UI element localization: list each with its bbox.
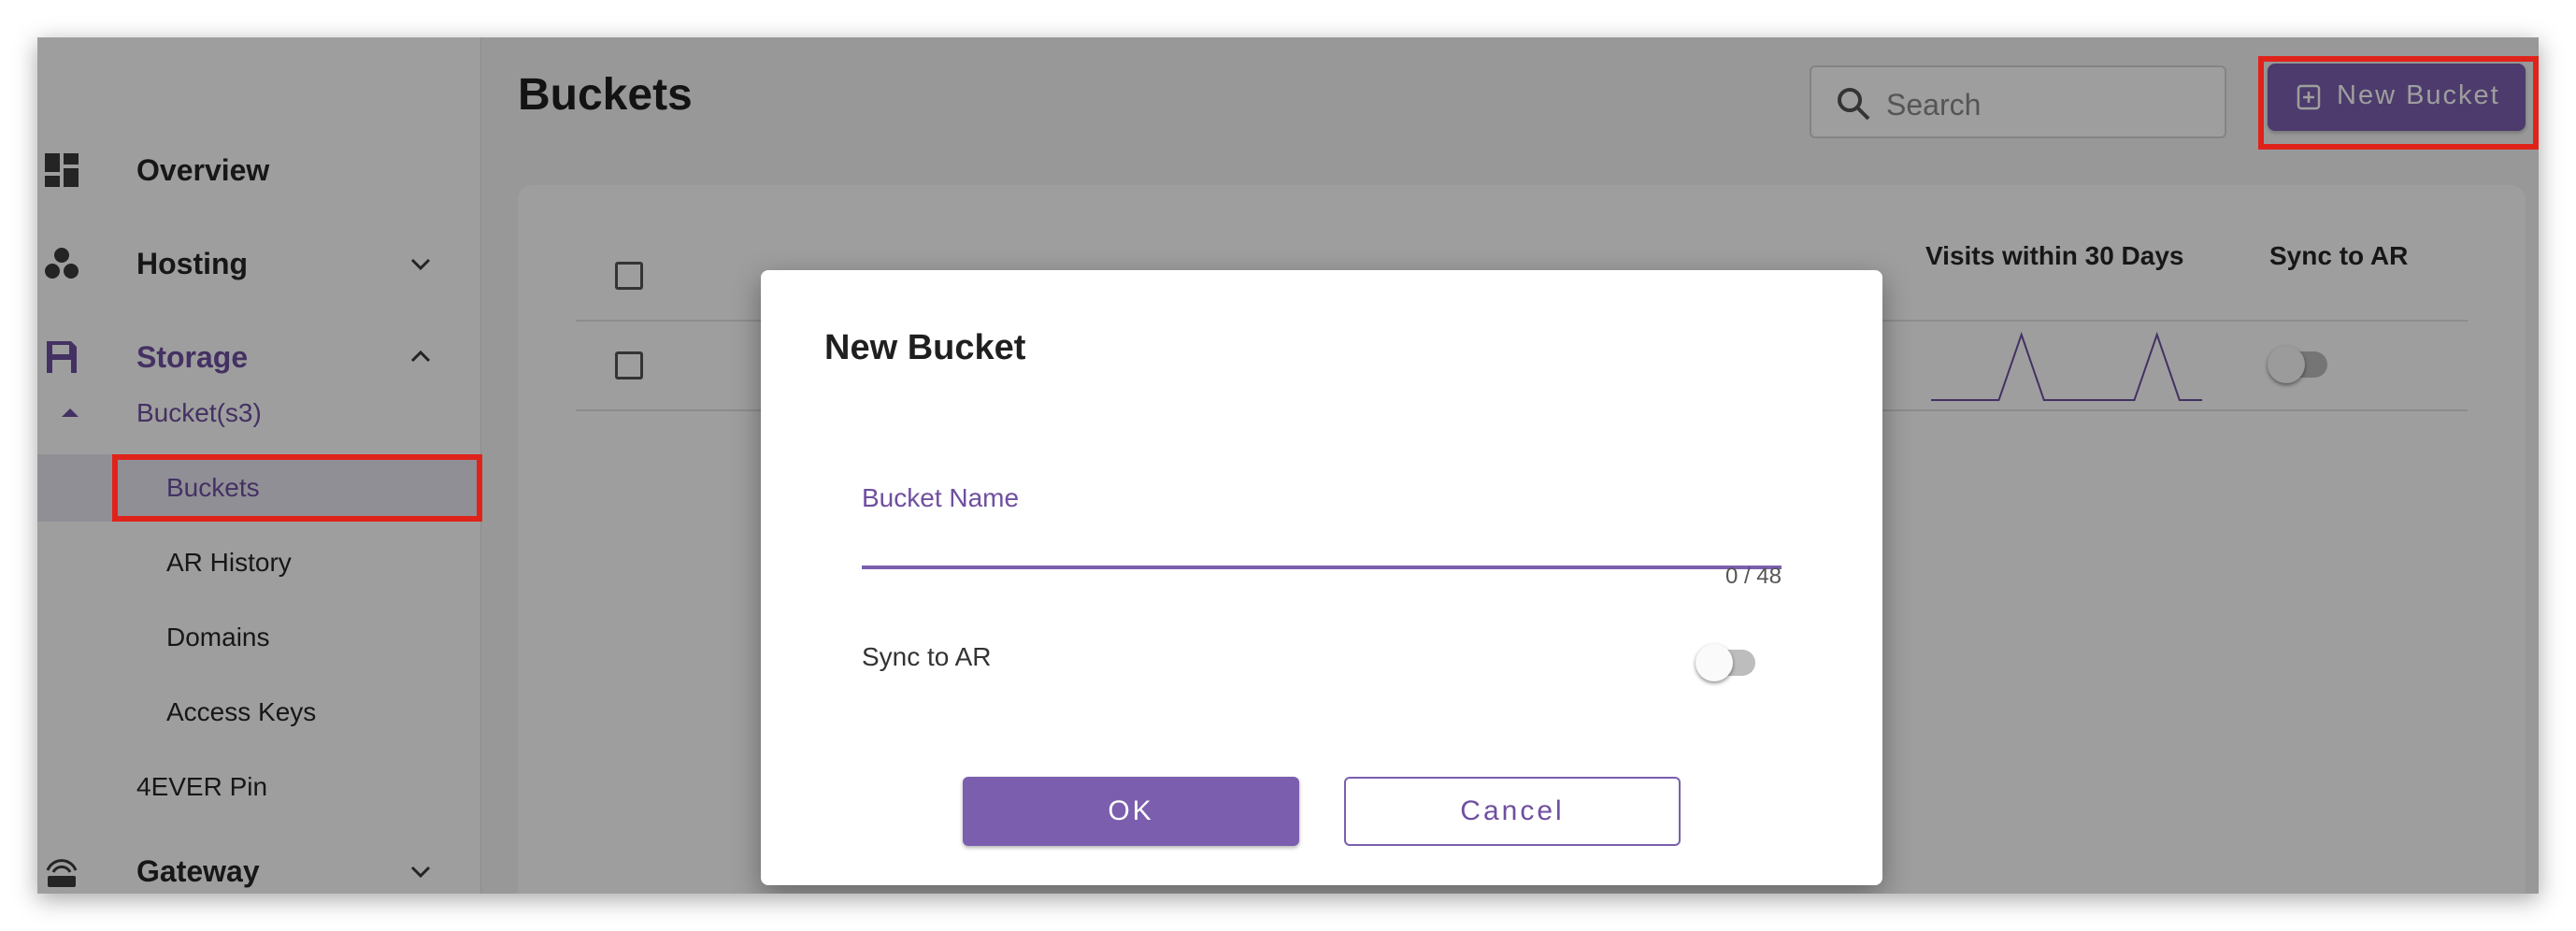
- sync-to-ar-label: Sync to AR: [862, 642, 992, 671]
- char-counter: 0 / 48: [1724, 564, 1782, 589]
- new-bucket-dialog: New Bucket Bucket Name 0 / 48 Sync to AR…: [761, 270, 1882, 885]
- highlight-box-buckets: [112, 454, 482, 522]
- highlight-box-new-bucket: [2258, 56, 2539, 150]
- bucket-name-input[interactable]: [862, 523, 1782, 569]
- ok-button[interactable]: OK: [963, 777, 1299, 846]
- app-window: Overview Hosting Storage Bucket(s3) Buck…: [37, 37, 2539, 894]
- bucket-name-label: Bucket Name: [862, 483, 1020, 512]
- toggle-knob: [1696, 644, 1733, 681]
- cancel-button[interactable]: Cancel: [1344, 777, 1681, 846]
- dialog-title: New Bucket: [824, 328, 1026, 367]
